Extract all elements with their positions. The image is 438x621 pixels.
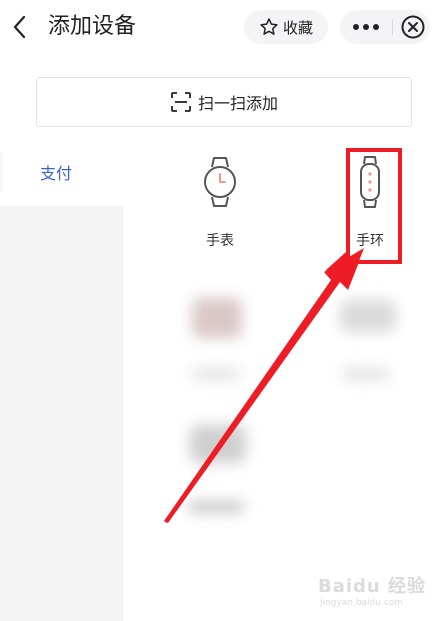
scan-add-label: 扫一扫添加 bbox=[197, 94, 278, 113]
star-icon bbox=[260, 18, 278, 35]
watermark-brand: Baidu 经验 bbox=[318, 576, 427, 597]
category-sidebar bbox=[0, 206, 123, 621]
scan-add-button[interactable]: 扫一扫添加 bbox=[36, 77, 412, 127]
more-button[interactable] bbox=[340, 10, 392, 44]
more-icon bbox=[353, 24, 379, 30]
close-button[interactable] bbox=[400, 14, 426, 40]
scan-icon bbox=[171, 92, 191, 112]
back-icon bbox=[13, 15, 26, 39]
back-button[interactable] bbox=[8, 12, 34, 42]
category-item-payment[interactable]: 支付 bbox=[40, 160, 72, 184]
watermark-url: jingyan.baidu.com bbox=[320, 598, 404, 608]
title-bar: 添加设备 收藏 bbox=[0, 0, 438, 56]
mini-program-capsule bbox=[340, 10, 430, 44]
device-item-watch[interactable]: 手表 bbox=[170, 154, 270, 250]
watch-icon bbox=[204, 157, 236, 207]
blurred-device-icon bbox=[340, 300, 396, 332]
baidu-watermark: Baidu 经验 jingyan.baidu.com bbox=[318, 572, 430, 616]
category-active-indicator bbox=[0, 152, 3, 192]
blurred-device-icon bbox=[190, 425, 246, 463]
page-title: 添加设备 bbox=[48, 14, 137, 39]
close-circle-icon bbox=[401, 15, 425, 39]
capsule-divider bbox=[392, 19, 393, 35]
blurred-device-label bbox=[188, 502, 244, 512]
blurred-device-label bbox=[342, 368, 390, 380]
blurred-device-label bbox=[192, 368, 240, 380]
device-label-watch: 手表 bbox=[206, 233, 234, 249]
annotation-highlight-box bbox=[346, 148, 402, 264]
collect-label: 收藏 bbox=[282, 18, 313, 37]
blurred-device-icon bbox=[192, 298, 242, 338]
collect-button[interactable]: 收藏 bbox=[244, 10, 328, 44]
